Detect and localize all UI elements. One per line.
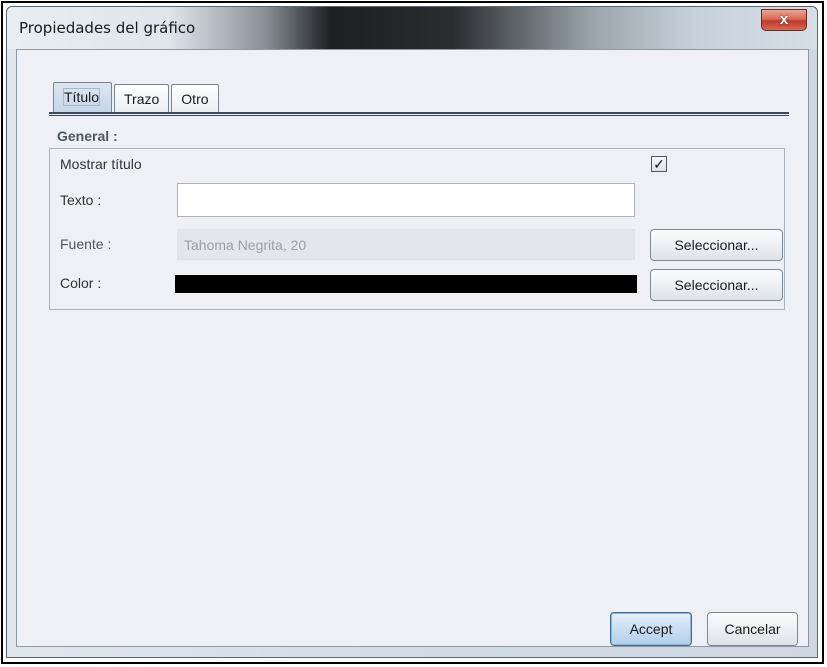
color-label: Color : bbox=[60, 275, 102, 291]
show-title-checkbox[interactable]: ✓ bbox=[651, 156, 667, 172]
tab-strip: Título Trazo Otro bbox=[53, 82, 221, 112]
tab-trazo-label: Trazo bbox=[124, 91, 160, 107]
tab-otro-label: Otro bbox=[181, 91, 209, 107]
tab-otro[interactable]: Otro bbox=[171, 84, 219, 112]
font-field: Tahoma Negrita, 20 bbox=[177, 229, 635, 260]
font-label: Fuente : bbox=[60, 236, 112, 252]
close-icon: x bbox=[779, 11, 789, 28]
tab-titulo[interactable]: Título bbox=[53, 82, 113, 112]
tab-trazo[interactable]: Trazo bbox=[114, 84, 170, 112]
close-button[interactable]: x bbox=[761, 9, 807, 31]
window-title: Propiedades del gráfico bbox=[19, 19, 196, 37]
tab-separator bbox=[49, 112, 789, 116]
tab-titulo-label: Título bbox=[62, 88, 101, 106]
accept-button[interactable]: Accept bbox=[610, 612, 692, 646]
check-icon: ✓ bbox=[653, 156, 665, 172]
title-bar[interactable]: Propiedades del gráfico x bbox=[7, 7, 817, 49]
text-input[interactable] bbox=[177, 183, 635, 217]
dialog-content: Título Trazo Otro General : Mostrar títu… bbox=[16, 49, 809, 647]
text-label: Texto : bbox=[60, 192, 102, 208]
font-select-button[interactable]: Seleccionar... bbox=[650, 229, 783, 261]
show-title-label: Mostrar título bbox=[60, 156, 142, 172]
cancel-button[interactable]: Cancelar bbox=[707, 612, 798, 646]
general-group-box: Mostrar título ✓ Texto : Fuente : Tahoma… bbox=[49, 148, 785, 310]
general-group-title: General : bbox=[57, 128, 118, 144]
color-select-button[interactable]: Seleccionar... bbox=[650, 269, 783, 301]
dialog-window: Propiedades del gráfico x Título Trazo O… bbox=[6, 6, 818, 658]
color-swatch bbox=[175, 275, 637, 293]
